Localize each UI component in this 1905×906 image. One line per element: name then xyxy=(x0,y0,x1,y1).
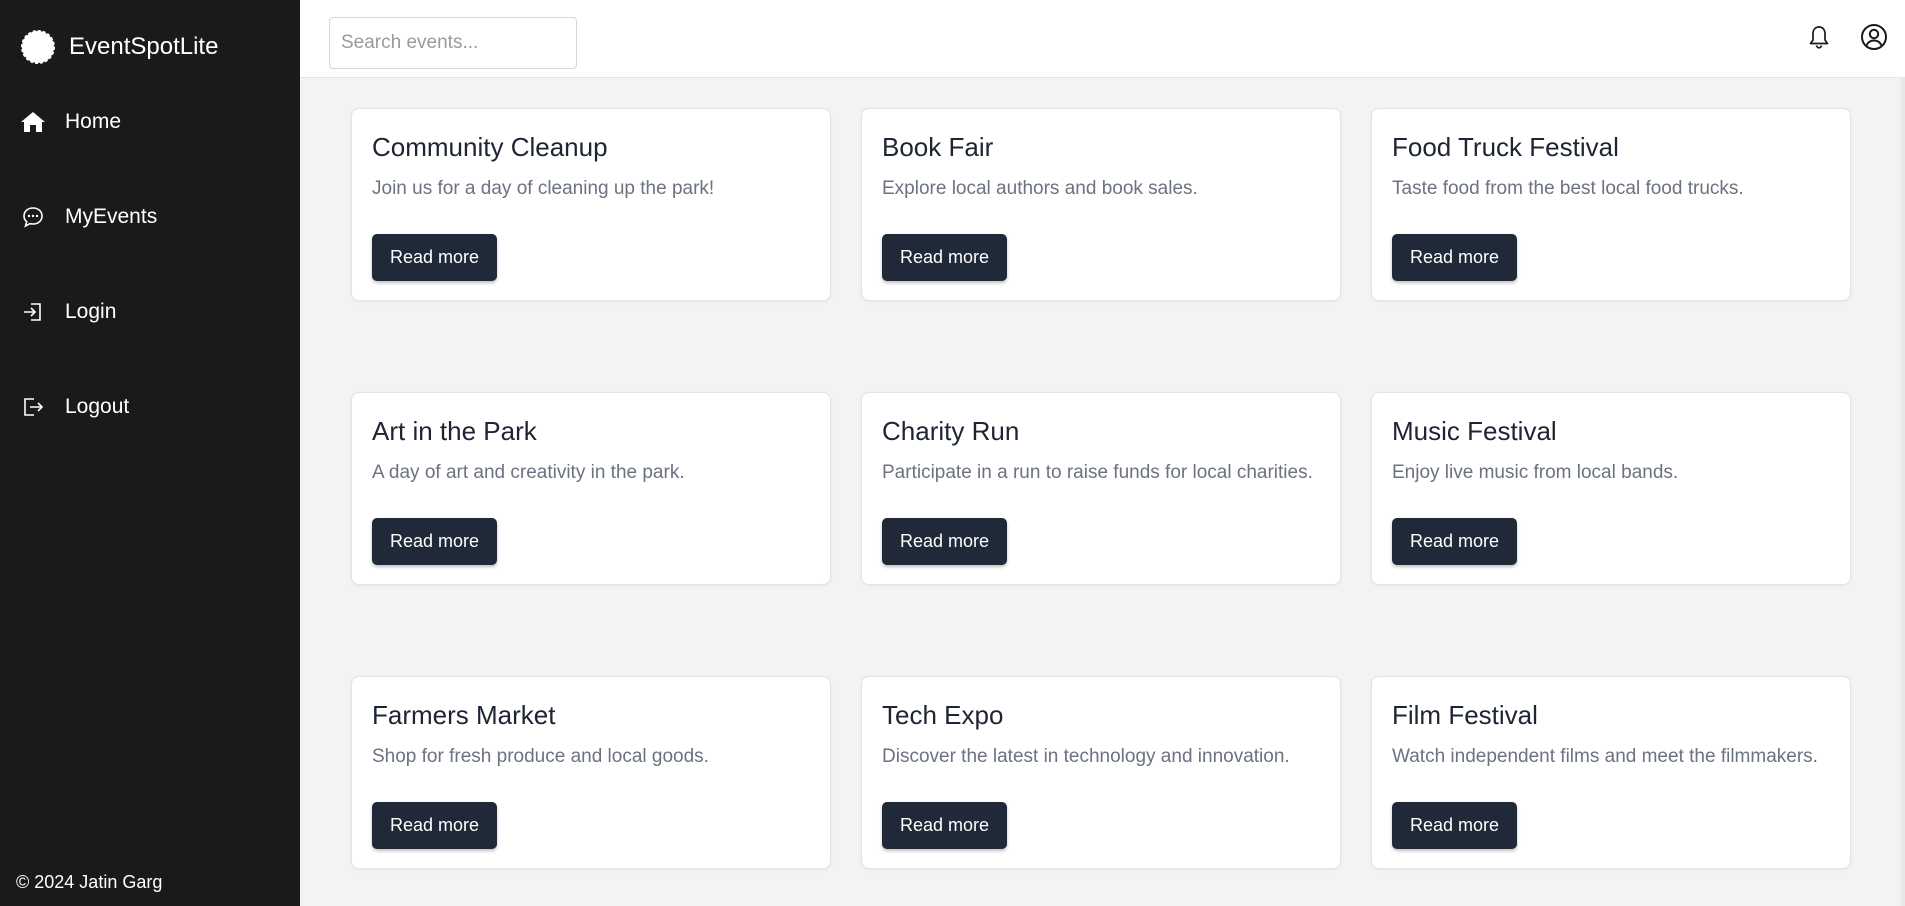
read-more-button[interactable]: Read more xyxy=(882,802,1007,849)
chat-bubble-icon xyxy=(20,29,56,65)
event-description: Taste food from the best local food truc… xyxy=(1392,178,1744,199)
brand-name: EventSpotLite xyxy=(69,33,219,60)
scrollbar[interactable] xyxy=(1901,77,1905,906)
read-more-button[interactable]: Read more xyxy=(372,518,497,565)
event-title: Art in the Park xyxy=(372,416,537,446)
event-card: Farmers Market Shop for fresh produce an… xyxy=(351,676,831,869)
login-icon xyxy=(20,299,46,325)
read-more-button[interactable]: Read more xyxy=(1392,518,1517,565)
sidebar-item-myevents[interactable]: MyEvents xyxy=(20,197,157,237)
event-title: Community Cleanup xyxy=(372,132,608,162)
event-description: Explore local authors and book sales. xyxy=(882,178,1198,199)
event-description: Participate in a run to raise funds for … xyxy=(882,462,1313,483)
read-more-button[interactable]: Read more xyxy=(1392,802,1517,849)
event-title: Farmers Market xyxy=(372,700,556,730)
event-card: Food Truck Festival Taste food from the … xyxy=(1371,108,1851,301)
top-bar xyxy=(300,0,1905,78)
read-more-button[interactable]: Read more xyxy=(1392,234,1517,281)
sidebar-item-label: Login xyxy=(65,300,117,323)
event-description: Shop for fresh produce and local goods. xyxy=(372,746,709,767)
sidebar-item-label: MyEvents xyxy=(65,205,158,228)
user-circle-icon[interactable] xyxy=(1859,22,1889,52)
event-title: Book Fair xyxy=(882,132,994,162)
event-description: Discover the latest in technology and in… xyxy=(882,746,1290,767)
sidebar-item-label: Logout xyxy=(65,395,130,418)
sidebar-item-home[interactable]: Home xyxy=(20,102,121,142)
event-card: Film Festival Watch independent films an… xyxy=(1371,676,1851,869)
event-title: Food Truck Festival xyxy=(1392,132,1619,162)
sidebar: EventSpotLite Home MyEvents Login Logout… xyxy=(0,0,300,906)
chat-icon xyxy=(20,204,46,230)
event-title: Film Festival xyxy=(1392,700,1538,730)
event-description: A day of art and creativity in the park. xyxy=(372,462,685,483)
event-title: Charity Run xyxy=(882,416,1020,446)
event-card: Art in the Park A day of art and creativ… xyxy=(351,392,831,585)
event-description: Enjoy live music from local bands. xyxy=(1392,462,1679,483)
logout-icon xyxy=(20,394,46,420)
sidebar-item-label: Home xyxy=(65,110,122,133)
read-more-button[interactable]: Read more xyxy=(882,518,1007,565)
event-card: Book Fair Explore local authors and book… xyxy=(861,108,1341,301)
home-icon xyxy=(20,109,46,135)
event-card: Music Festival Enjoy live music from loc… xyxy=(1371,392,1851,585)
read-more-button[interactable]: Read more xyxy=(372,234,497,281)
event-description: Watch independent films and meet the fil… xyxy=(1392,746,1818,767)
copyright: © 2024 Jatin Garg xyxy=(16,872,163,892)
read-more-button[interactable]: Read more xyxy=(882,234,1007,281)
bell-icon[interactable] xyxy=(1804,22,1834,52)
event-title: Tech Expo xyxy=(882,700,1004,730)
event-card: Charity Run Participate in a run to rais… xyxy=(861,392,1341,585)
event-card: Community Cleanup Join us for a day of c… xyxy=(351,108,831,301)
event-card: Tech Expo Discover the latest in technol… xyxy=(861,676,1341,869)
event-title: Music Festival xyxy=(1392,416,1557,446)
event-description: Join us for a day of cleaning up the par… xyxy=(372,178,715,199)
search-input[interactable] xyxy=(329,17,577,69)
brand[interactable]: EventSpotLite xyxy=(20,27,218,67)
read-more-button[interactable]: Read more xyxy=(372,802,497,849)
sidebar-item-login[interactable]: Login xyxy=(20,292,116,332)
sidebar-item-logout[interactable]: Logout xyxy=(20,387,129,427)
